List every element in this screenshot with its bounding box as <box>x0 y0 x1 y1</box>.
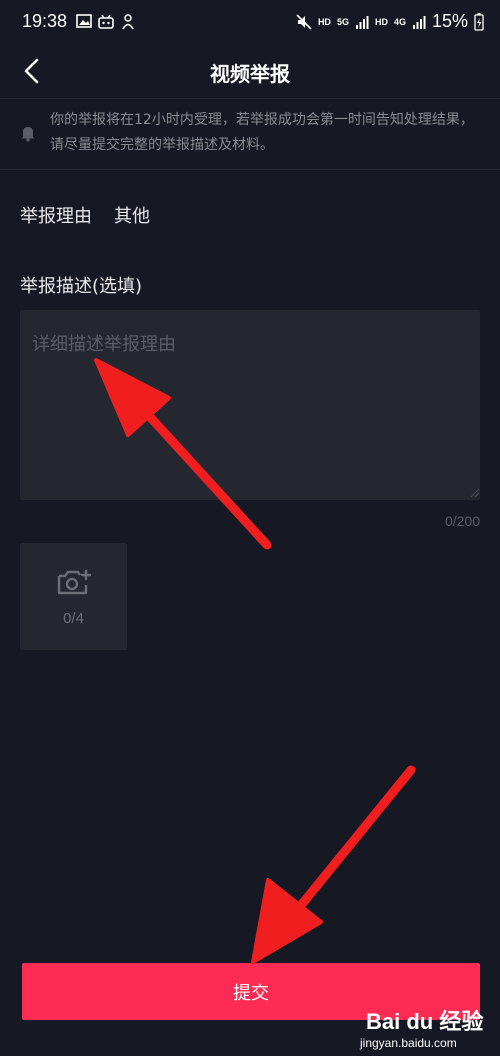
page-title: 视频举报 <box>210 62 290 86</box>
status-right: HD 5G HD 4G 15% <box>296 11 484 32</box>
network-4g-label: 4G <box>393 16 406 27</box>
gallery-icon <box>76 14 92 28</box>
signal-icon-2 <box>412 15 426 29</box>
report-reason-label: 举报理由 <box>20 206 92 227</box>
bell-icon <box>21 127 35 142</box>
report-reason-value: 其他 <box>114 206 150 227</box>
upload-count: 0/4 <box>63 610 84 627</box>
battery-charging-icon <box>474 12 484 31</box>
network-5g-label: 5G <box>336 16 349 27</box>
upload-image-button[interactable]: 0/4 <box>20 543 127 650</box>
char-counter: 0/200 <box>444 513 480 529</box>
report-screen: 19:38 HD 5G HD 4G 15% 视频举报 你的举报将在12小时内受理… <box>0 0 500 1056</box>
status-time: 19:38 <box>22 11 68 31</box>
header: 视频举报 <box>0 46 500 98</box>
arrow-to-submit <box>251 765 416 964</box>
signal-icon <box>355 15 369 29</box>
description-textarea[interactable] <box>20 310 480 500</box>
notice-banner: 你的举报将在12小时内受理，若举报成功会第一时间告知处理结果，请尽量提交完整的举… <box>20 108 480 162</box>
resize-handle-icon[interactable] <box>470 488 480 498</box>
baidu-watermark: Bai du 经验 jingyan.baidu.com <box>360 1000 490 1052</box>
hd-label-2: HD <box>374 16 388 27</box>
description-label: 举报描述(选填) <box>20 276 143 297</box>
watermark-url: jingyan.baidu.com <box>360 1036 457 1050</box>
mute-icon <box>296 13 312 30</box>
battery-percent: 15% <box>431 11 468 31</box>
status-bar: 19:38 HD 5G HD 4G 15% <box>0 0 500 46</box>
notice-text: 你的举报将在12小时内受理，若举报成功会第一时间告知处理结果，请尽量提交完整的举… <box>50 112 474 153</box>
watermark-brand: Bai du 经验 <box>366 1009 484 1034</box>
notification-app-icon <box>122 14 134 30</box>
camera-add-icon <box>57 569 92 595</box>
hd-label: HD <box>317 16 331 27</box>
report-reason-row[interactable]: 举报理由 其他 <box>20 202 150 228</box>
notice-divider <box>0 169 500 170</box>
header-divider <box>0 98 500 99</box>
bilibili-icon <box>98 14 114 29</box>
